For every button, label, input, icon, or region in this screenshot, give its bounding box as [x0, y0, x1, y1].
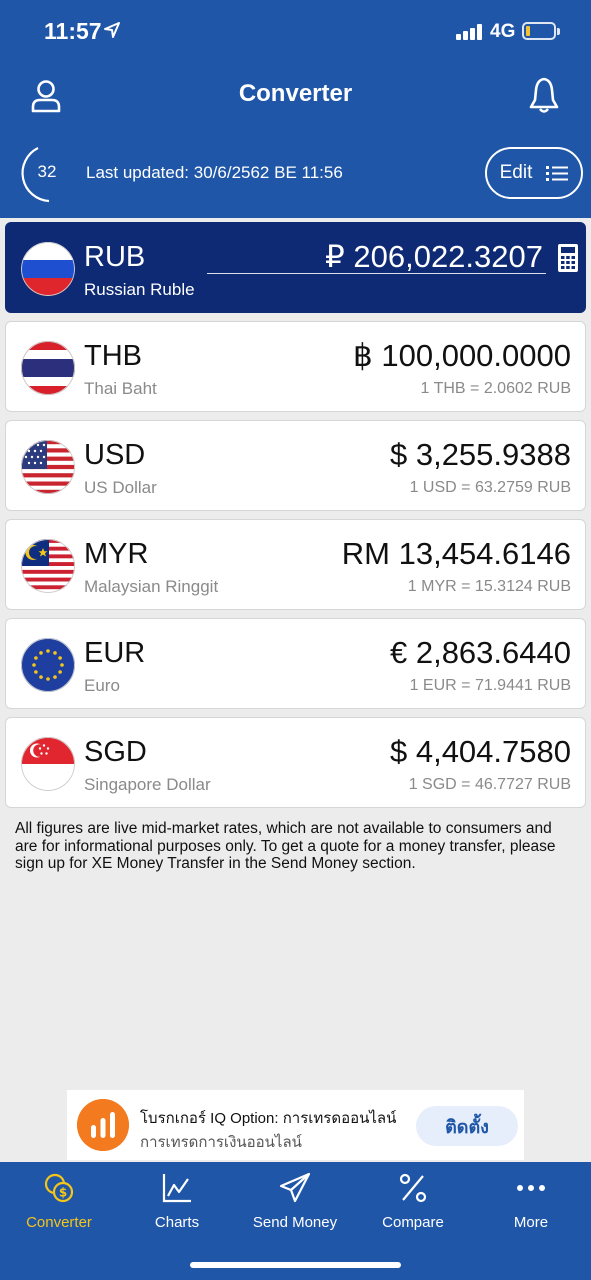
ad-subtitle: การเทรดการเงินออนไลน์ [140, 1134, 302, 1151]
malaysia-flag-icon [21, 539, 75, 593]
chart-icon [162, 1174, 191, 1203]
page-title: Converter [238, 80, 353, 107]
svg-text:$: $ [59, 1186, 67, 1200]
bell-icon[interactable] [526, 76, 562, 114]
edit-button[interactable]: Edit [485, 147, 583, 199]
currency-row-thb[interactable]: THB Thai Baht ฿ 100,000.0000 1 THB = 2.0… [5, 321, 586, 412]
paper-plane-icon [279, 1172, 311, 1203]
exchange-rate: 1 USD = 63.2759 RUB [409, 479, 571, 496]
currency-amount: RM 13,454.6146 [341, 536, 571, 571]
currency-code: MYR [84, 538, 149, 570]
ad-banner[interactable]: โบรกเกอร์ IQ Option: การเทรดออนไลน์ การเ… [67, 1090, 524, 1160]
last-updated-text: Last updated: 30/6/2562 BE 11:56 [86, 163, 343, 182]
currency-name: Singapore Dollar [84, 775, 211, 794]
tab-send-money[interactable]: Send Money [236, 1162, 354, 1242]
signal-icon [456, 24, 482, 40]
currency-amount: ฿ 100,000.0000 [353, 338, 571, 373]
currency-amount: $ 3,255.9388 [389, 437, 571, 472]
currency-amount: € 2,863.6440 [389, 635, 571, 670]
edit-button-label: Edit [499, 162, 533, 183]
tab-label: Charts [154, 1214, 200, 1231]
tab-charts[interactable]: Charts [118, 1162, 236, 1242]
more-dots-icon [517, 1185, 545, 1191]
battery-icon [522, 22, 560, 40]
tab-label: Send Money [252, 1214, 338, 1231]
tab-more[interactable]: More [472, 1162, 590, 1242]
singapore-flag-icon [21, 737, 75, 791]
currency-row-usd[interactable]: USD US Dollar $ 3,255.9388 1 USD = 63.27… [5, 420, 586, 511]
iq-option-logo-icon [77, 1099, 129, 1151]
location-arrow-icon [104, 22, 120, 38]
thailand-flag-icon [21, 341, 75, 395]
tab-label: Converter [26, 1214, 92, 1231]
disclaimer-text: All figures are live mid-market rates, w… [15, 820, 556, 872]
currency-row-myr[interactable]: MYR Malaysian Ringgit RM 13,454.6146 1 M… [5, 519, 586, 610]
amount-underline [207, 273, 546, 274]
currency-code: USD [84, 439, 146, 471]
currency-name: Euro [84, 676, 120, 695]
base-amount-input[interactable]: ₽ 206,022.3207 [325, 239, 543, 275]
home-indicator [190, 1262, 401, 1268]
currency-name: Malaysian Ringgit [84, 577, 219, 596]
currency-code: THB [84, 340, 142, 372]
currency-code: RUB [84, 241, 146, 273]
tab-label: Compare [382, 1214, 444, 1231]
eu-flag-icon [21, 638, 75, 692]
tab-label: More [513, 1214, 549, 1231]
russia-flag-icon [21, 242, 75, 296]
status-time: 11:57 [44, 18, 102, 44]
exchange-rate: 1 THB = 2.0602 RUB [420, 380, 571, 397]
currency-row-eur[interactable]: EUR Euro € 2,863.6440 1 EUR = 71.9441 RU… [5, 618, 586, 709]
calculator-icon[interactable] [558, 244, 578, 272]
list-icon [546, 166, 569, 181]
exchange-rate: 1 MYR = 15.3124 RUB [407, 578, 571, 595]
base-currency-card[interactable]: RUB Russian Ruble ₽ 206,022.3207 [5, 222, 586, 313]
status-bar: 11:57 4G [0, 0, 591, 62]
percent-icon [399, 1173, 427, 1203]
ad-install-button[interactable]: ติดตั้ง [416, 1106, 518, 1146]
refresh-countdown: 32 [37, 162, 57, 181]
network-type: 4G [490, 21, 516, 42]
tab-converter[interactable]: $ Converter [0, 1162, 118, 1242]
ad-title: โบรกเกอร์ IQ Option: การเทรดออนไลน์ [140, 1110, 397, 1127]
currency-amount: $ 4,404.7580 [389, 734, 571, 769]
exchange-rate: 1 SGD = 46.7727 RUB [408, 776, 571, 793]
coins-icon: $ [44, 1173, 74, 1203]
tab-compare[interactable]: Compare [354, 1162, 472, 1242]
currency-row-sgd[interactable]: SGD Singapore Dollar $ 4,404.7580 1 SGD … [5, 717, 586, 808]
currency-name: Russian Ruble [84, 280, 195, 299]
usa-flag-icon [21, 440, 75, 494]
currency-name: Thai Baht [84, 379, 157, 398]
currency-code: EUR [84, 637, 146, 669]
currency-code: SGD [84, 736, 147, 768]
exchange-rate: 1 EUR = 71.9441 RUB [409, 677, 571, 694]
currency-name: US Dollar [84, 478, 157, 497]
app-header: 11:57 4G Converter 32 Last updated: 30/6… [0, 0, 591, 218]
